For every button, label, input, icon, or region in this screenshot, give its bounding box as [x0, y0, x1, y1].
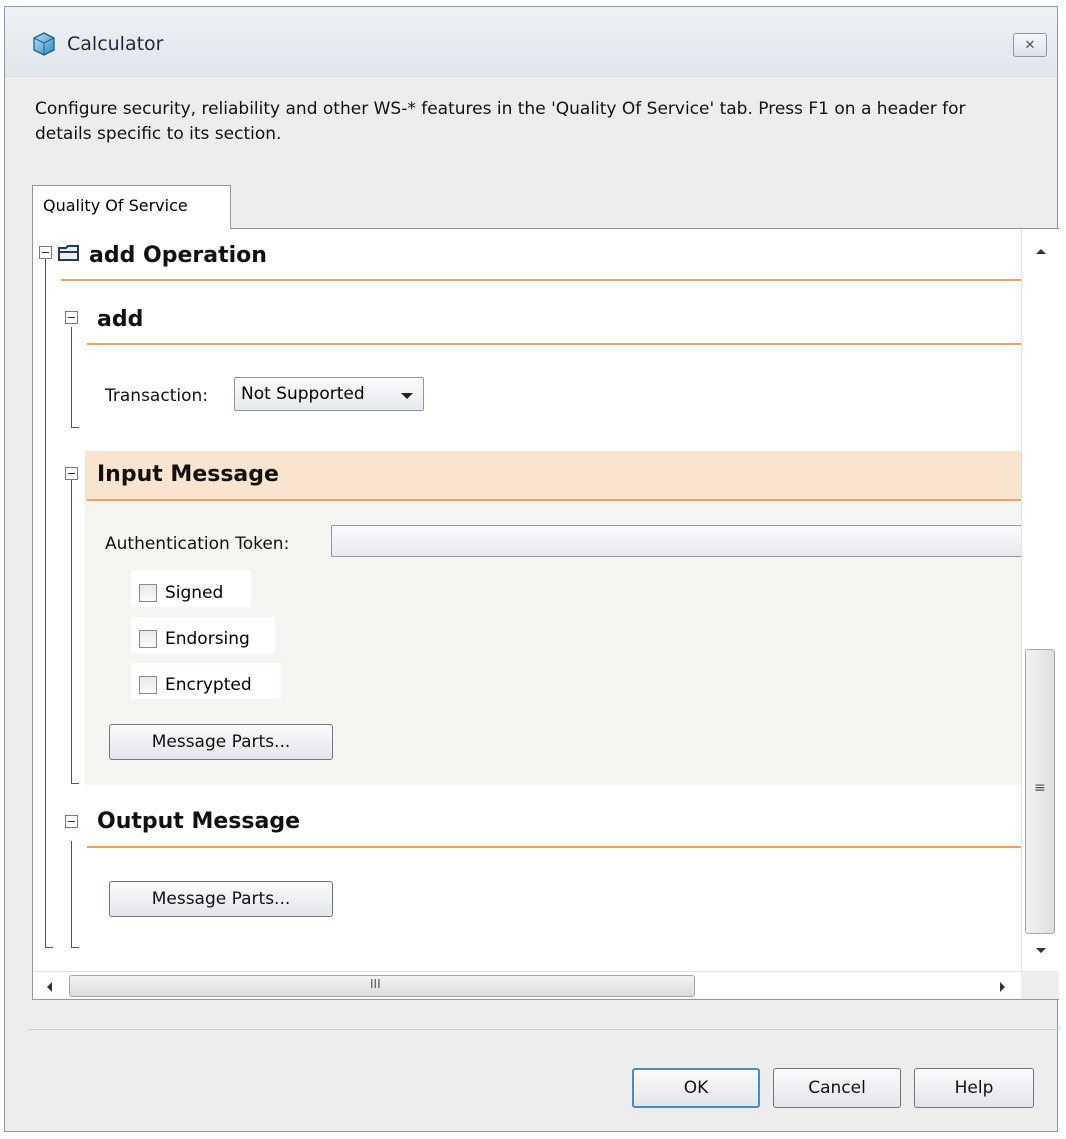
scroll-up-arrow-icon[interactable] — [1035, 247, 1047, 255]
output-message-parts-button[interactable]: Message Parts... — [109, 881, 333, 917]
tree-line — [45, 947, 53, 948]
tab-quality-of-service[interactable]: Quality Of Service — [32, 185, 231, 229]
input-message-parts-button[interactable]: Message Parts... — [109, 724, 333, 760]
authentication-token-label: Authentication Token: — [105, 534, 290, 554]
section-divider — [61, 279, 1021, 281]
tree-line — [71, 327, 72, 427]
transaction-select[interactable]: Not Supported — [234, 377, 424, 411]
section-divider — [87, 846, 1021, 848]
dialog-description: Configure security, reliability and othe… — [35, 99, 966, 144]
qos-scroll-viewport: add Operation add Transaction: Not Suppo… — [33, 229, 1021, 971]
cancel-button[interactable]: Cancel — [773, 1068, 901, 1108]
section-divider — [87, 499, 1021, 501]
collapse-operation-toggle[interactable] — [39, 246, 52, 259]
title-bar: Calculator ✕ — [5, 7, 1057, 77]
encrypted-label: Encrypted — [165, 675, 252, 695]
horizontal-scrollbar[interactable]: III — [33, 971, 1021, 999]
encrypted-checkbox[interactable] — [139, 676, 157, 694]
endorsing-checkbox-row[interactable]: Endorsing — [131, 617, 275, 653]
vertical-scrollbar-thumb[interactable]: ≡ — [1025, 649, 1055, 934]
input-message-title[interactable]: Input Message — [97, 462, 279, 487]
scroll-grip-icon: ≡ — [1034, 780, 1046, 796]
chevron-down-icon — [401, 393, 413, 399]
collapse-input-message-toggle[interactable] — [65, 467, 78, 480]
tree-line — [71, 947, 79, 948]
vertical-scrollbar[interactable]: ≡ — [1021, 229, 1059, 971]
signed-checkbox[interactable] — [139, 584, 157, 602]
tree-line — [71, 471, 72, 783]
signed-checkbox-row[interactable]: Signed — [131, 571, 251, 607]
endorsing-checkbox[interactable] — [139, 630, 157, 648]
collapse-add-toggle[interactable] — [65, 311, 78, 324]
authentication-token-select[interactable] — [331, 525, 1021, 557]
calculator-dialog: Calculator ✕ Configure security, reliabi… — [4, 6, 1059, 1132]
quality-of-service-panel: add Operation add Transaction: Not Suppo… — [32, 228, 1059, 1000]
encrypted-checkbox-row[interactable]: Encrypted — [131, 663, 281, 699]
ok-button[interactable]: OK — [632, 1068, 760, 1108]
close-icon: ✕ — [1024, 37, 1036, 53]
help-button[interactable]: Help — [914, 1068, 1034, 1108]
scroll-right-arrow-icon[interactable] — [999, 981, 1007, 993]
signed-label: Signed — [165, 583, 224, 603]
scrollbar-corner — [1021, 971, 1059, 999]
collapse-output-message-toggle[interactable] — [65, 815, 78, 828]
window-title: Calculator — [67, 33, 164, 55]
endorsing-label: Endorsing — [165, 629, 250, 649]
tree-line — [71, 841, 72, 947]
transaction-label: Transaction: — [105, 386, 208, 406]
tree-line — [71, 783, 79, 784]
section-divider — [87, 343, 1021, 345]
tree-line — [45, 257, 46, 947]
scroll-left-arrow-icon[interactable] — [45, 981, 53, 993]
transaction-value: Not Supported — [241, 384, 365, 404]
horizontal-scrollbar-thumb[interactable]: III — [69, 975, 695, 997]
folder-icon — [58, 245, 79, 261]
web-service-icon — [33, 32, 55, 56]
operation-title[interactable]: add Operation — [89, 243, 267, 268]
output-message-title[interactable]: Output Message — [97, 809, 300, 834]
close-button[interactable]: ✕ — [1013, 33, 1047, 57]
status-divider — [28, 1029, 1059, 1030]
tree-line — [71, 427, 79, 428]
add-section-title[interactable]: add — [97, 307, 143, 332]
scroll-grip-icon: III — [370, 977, 381, 991]
scroll-down-arrow-icon[interactable] — [1035, 947, 1047, 955]
